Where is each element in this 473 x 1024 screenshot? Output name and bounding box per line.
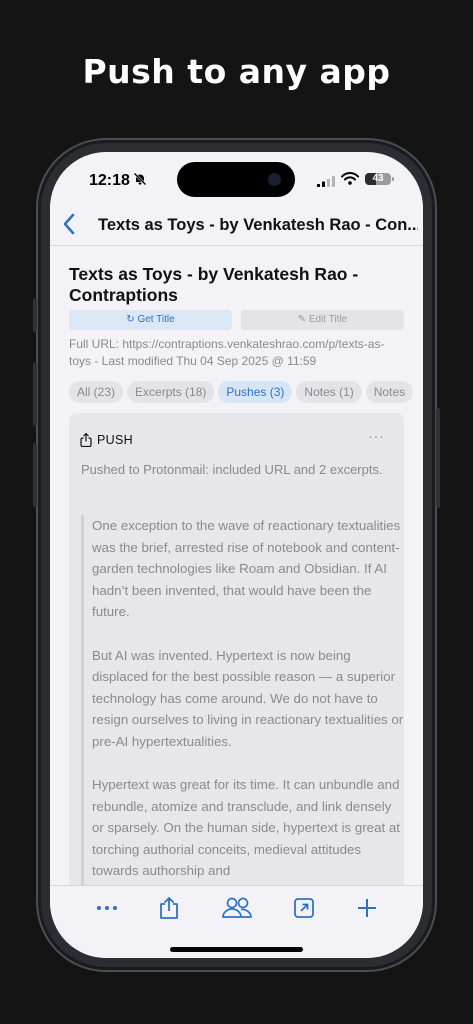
more-icon (97, 906, 117, 910)
nav-title: Texts as Toys - by Venkatesh Rao - Con..… (98, 216, 418, 234)
action-button (33, 298, 37, 332)
card-more-button[interactable]: ··· (368, 428, 385, 444)
tab-notes-more[interactable]: Notes (365, 381, 414, 403)
add-button[interactable] (352, 894, 382, 922)
excerpt-paragraph: But AI was invented. Hypertext is now be… (92, 647, 404, 749)
push-description: Pushed to Protonmail: included URL and 2… (81, 462, 383, 477)
open-external-icon (294, 898, 314, 918)
people-icon (222, 897, 252, 918)
battery-icon: 43 (365, 173, 394, 185)
dynamic-island (177, 162, 295, 197)
tab-notes[interactable]: Notes (1) (296, 381, 362, 403)
edit-title-button[interactable]: ✎ Edit Title (241, 310, 404, 330)
back-button[interactable] (56, 210, 84, 238)
url-metadata: Full URL: https://contraptions.venkatesh… (69, 337, 385, 368)
phone-screen: 12:18 43 Texts as Toys - by Venkatesh Ra… (50, 152, 423, 958)
push-card: PUSH ··· Pushed to Protonmail: included … (69, 413, 404, 886)
marketing-headline: Push to any app (82, 52, 391, 91)
filter-tabs: All (23) Excerpts (18) Pushes (3) Notes (1)… (69, 381, 423, 403)
share-button[interactable] (154, 894, 184, 922)
excerpt-paragraph: One exception to the wave of reactionary… (92, 518, 401, 619)
excerpt-blockquote: One exception to the wave of reactionary… (81, 515, 404, 886)
tab-excerpts[interactable]: Excerpts (18) (127, 381, 215, 403)
card-title: PUSH (97, 433, 133, 447)
home-indicator[interactable] (170, 947, 303, 952)
add-icon (358, 899, 376, 917)
page-title: Texts as Toys - by Venkatesh Rao - Contr… (69, 264, 359, 305)
chevron-left-icon (63, 213, 75, 235)
tab-all[interactable]: All (23) (69, 381, 124, 403)
camera-icon (268, 173, 281, 186)
more-button[interactable] (92, 894, 122, 922)
share-icon (160, 897, 178, 919)
excerpt-paragraph: Hypertext was great for its time. It can… (92, 777, 400, 878)
status-time: 12:18 (89, 172, 130, 189)
volume-up-button (33, 362, 37, 426)
get-title-button[interactable]: ↻ Get Title (69, 310, 232, 330)
wifi-icon (341, 172, 359, 190)
main-content[interactable]: Texts as Toys - by Venkatesh Rao - Contr… (50, 246, 423, 886)
navigation-bar: Texts as Toys - by Venkatesh Rao - Con..… (50, 204, 423, 246)
silent-bell-icon (133, 172, 147, 191)
people-button[interactable] (221, 894, 253, 922)
volume-down-button (33, 443, 37, 507)
battery-percent: 43 (372, 173, 384, 184)
cellular-signal-icon (317, 174, 335, 192)
push-share-icon (80, 432, 92, 452)
status-bar: 12:18 43 (50, 152, 423, 204)
open-external-button[interactable] (289, 894, 319, 922)
tab-pushes[interactable]: Pushes (3) (218, 381, 293, 403)
power-button (436, 408, 440, 508)
